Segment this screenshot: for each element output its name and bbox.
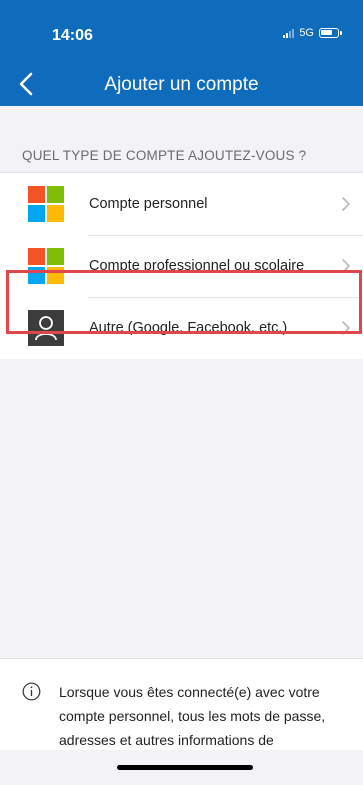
page-title: Ajouter un compte: [104, 74, 259, 95]
section-label: QUEL TYPE DE COMPTE AJOUTEZ-VOUS ?: [22, 148, 307, 163]
chevron-right-icon: [342, 321, 350, 335]
account-option-label: Compte personnel: [89, 196, 208, 212]
account-option-other[interactable]: Autre (Google, Facebook, etc.): [0, 297, 363, 359]
network-type: 5G: [299, 27, 314, 39]
microsoft-logo-icon: [28, 248, 64, 284]
status-time: 14:06: [52, 27, 93, 44]
app-header: 14:06 5G Ajouter un compte: [0, 0, 363, 106]
person-icon: [28, 310, 64, 346]
battery-icon: [319, 28, 342, 38]
status-indicators: 5G: [283, 27, 342, 39]
account-option-work-school[interactable]: Compte professionnel ou scolaire: [0, 235, 363, 297]
home-indicator[interactable]: [117, 765, 253, 770]
chevron-right-icon: [342, 259, 350, 273]
account-option-label: Compte professionnel ou scolaire: [89, 258, 305, 274]
info-icon: [22, 682, 41, 701]
account-type-list: Compte personnel Compte professionnel ou…: [0, 172, 363, 359]
microsoft-logo-icon: [28, 186, 64, 222]
account-option-label: Autre (Google, Facebook, etc.): [89, 320, 288, 336]
signal-icon: [283, 28, 295, 38]
chevron-right-icon: [342, 197, 350, 211]
info-text: Lorsque vous êtes connecté(e) avec votre…: [59, 684, 326, 748]
account-option-personal[interactable]: Compte personnel: [0, 173, 363, 235]
